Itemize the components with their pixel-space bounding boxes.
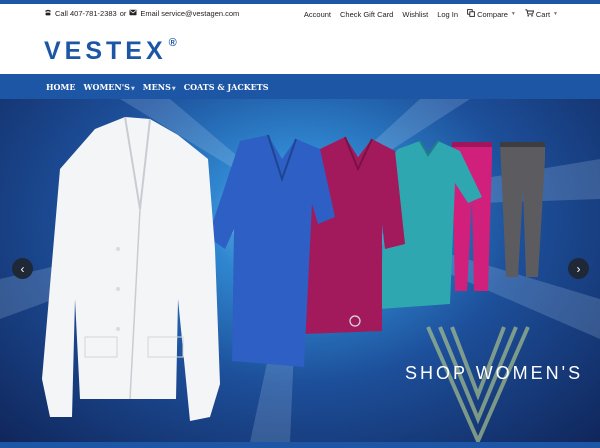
chevron-left-icon: ‹	[20, 261, 25, 276]
contact-info: Call 407-781-2383 or Email service@vesta…	[44, 9, 239, 18]
white-lab-coat	[42, 116, 220, 421]
compare-icon	[467, 9, 475, 19]
hero-illustration	[0, 99, 600, 442]
registered-mark: ®	[168, 37, 177, 49]
phone-link[interactable]: Call 407-781-2383	[55, 9, 117, 18]
utility-bar: Call 407-781-2383 or Email service@vesta…	[0, 4, 600, 24]
contact-separator: or	[119, 9, 127, 18]
chevron-down-icon: ▼	[171, 86, 176, 92]
nav-item-home[interactable]: HOME	[46, 82, 75, 92]
account-link[interactable]: Account	[304, 10, 331, 19]
hero-carousel[interactable]: ‹ › SHOP WOMEN'S	[0, 99, 600, 442]
hero-caption[interactable]: SHOP WOMEN'S	[405, 363, 583, 384]
site-logo[interactable]: VESTEX ®	[44, 36, 177, 66]
nav-item-label: MENS	[142, 82, 171, 92]
logo-wordmark: VESTEX	[44, 36, 167, 65]
cart-button[interactable]: Cart ▼	[525, 9, 558, 19]
cart-label: Cart	[535, 9, 551, 19]
compare-button[interactable]: Compare ▼	[467, 9, 516, 19]
vestex-v-watermark	[426, 326, 530, 442]
nav-item-mens[interactable]: MENS▼	[143, 82, 176, 92]
check-gift-card-link[interactable]: Check Gift Card	[340, 10, 393, 19]
chevron-down-icon: ▼	[130, 86, 135, 92]
chevron-down-icon: ▼	[510, 11, 516, 17]
chevron-down-icon: ▼	[553, 11, 558, 17]
main-nav: HOME WOMEN'S▼ MENS▼ COATS & JACKETS	[0, 74, 600, 99]
cart-icon	[525, 9, 534, 19]
wishlist-link[interactable]: Wishlist	[402, 10, 428, 19]
nav-item-womens[interactable]: WOMEN'S▼	[83, 82, 134, 92]
nav-item-label: HOME	[46, 82, 76, 92]
nav-item-coats-jackets[interactable]: COATS & JACKETS	[184, 82, 269, 92]
bottom-accent-bar	[0, 442, 600, 448]
phone-icon	[44, 9, 52, 18]
chevron-right-icon: ›	[576, 261, 581, 276]
email-icon	[129, 9, 137, 18]
login-link[interactable]: Log In	[437, 10, 458, 19]
email-link[interactable]: Email service@vestagen.com	[140, 9, 239, 18]
compare-label: Compare	[477, 9, 508, 19]
nav-item-label: WOMEN'S	[83, 82, 130, 92]
carousel-prev-button[interactable]: ‹	[12, 258, 33, 279]
account-links: Account Check Gift Card Wishlist Log In …	[304, 9, 558, 19]
carousel-next-button[interactable]: ›	[568, 258, 589, 279]
nav-item-label: COATS & JACKETS	[183, 82, 269, 92]
grey-pants	[500, 142, 545, 277]
